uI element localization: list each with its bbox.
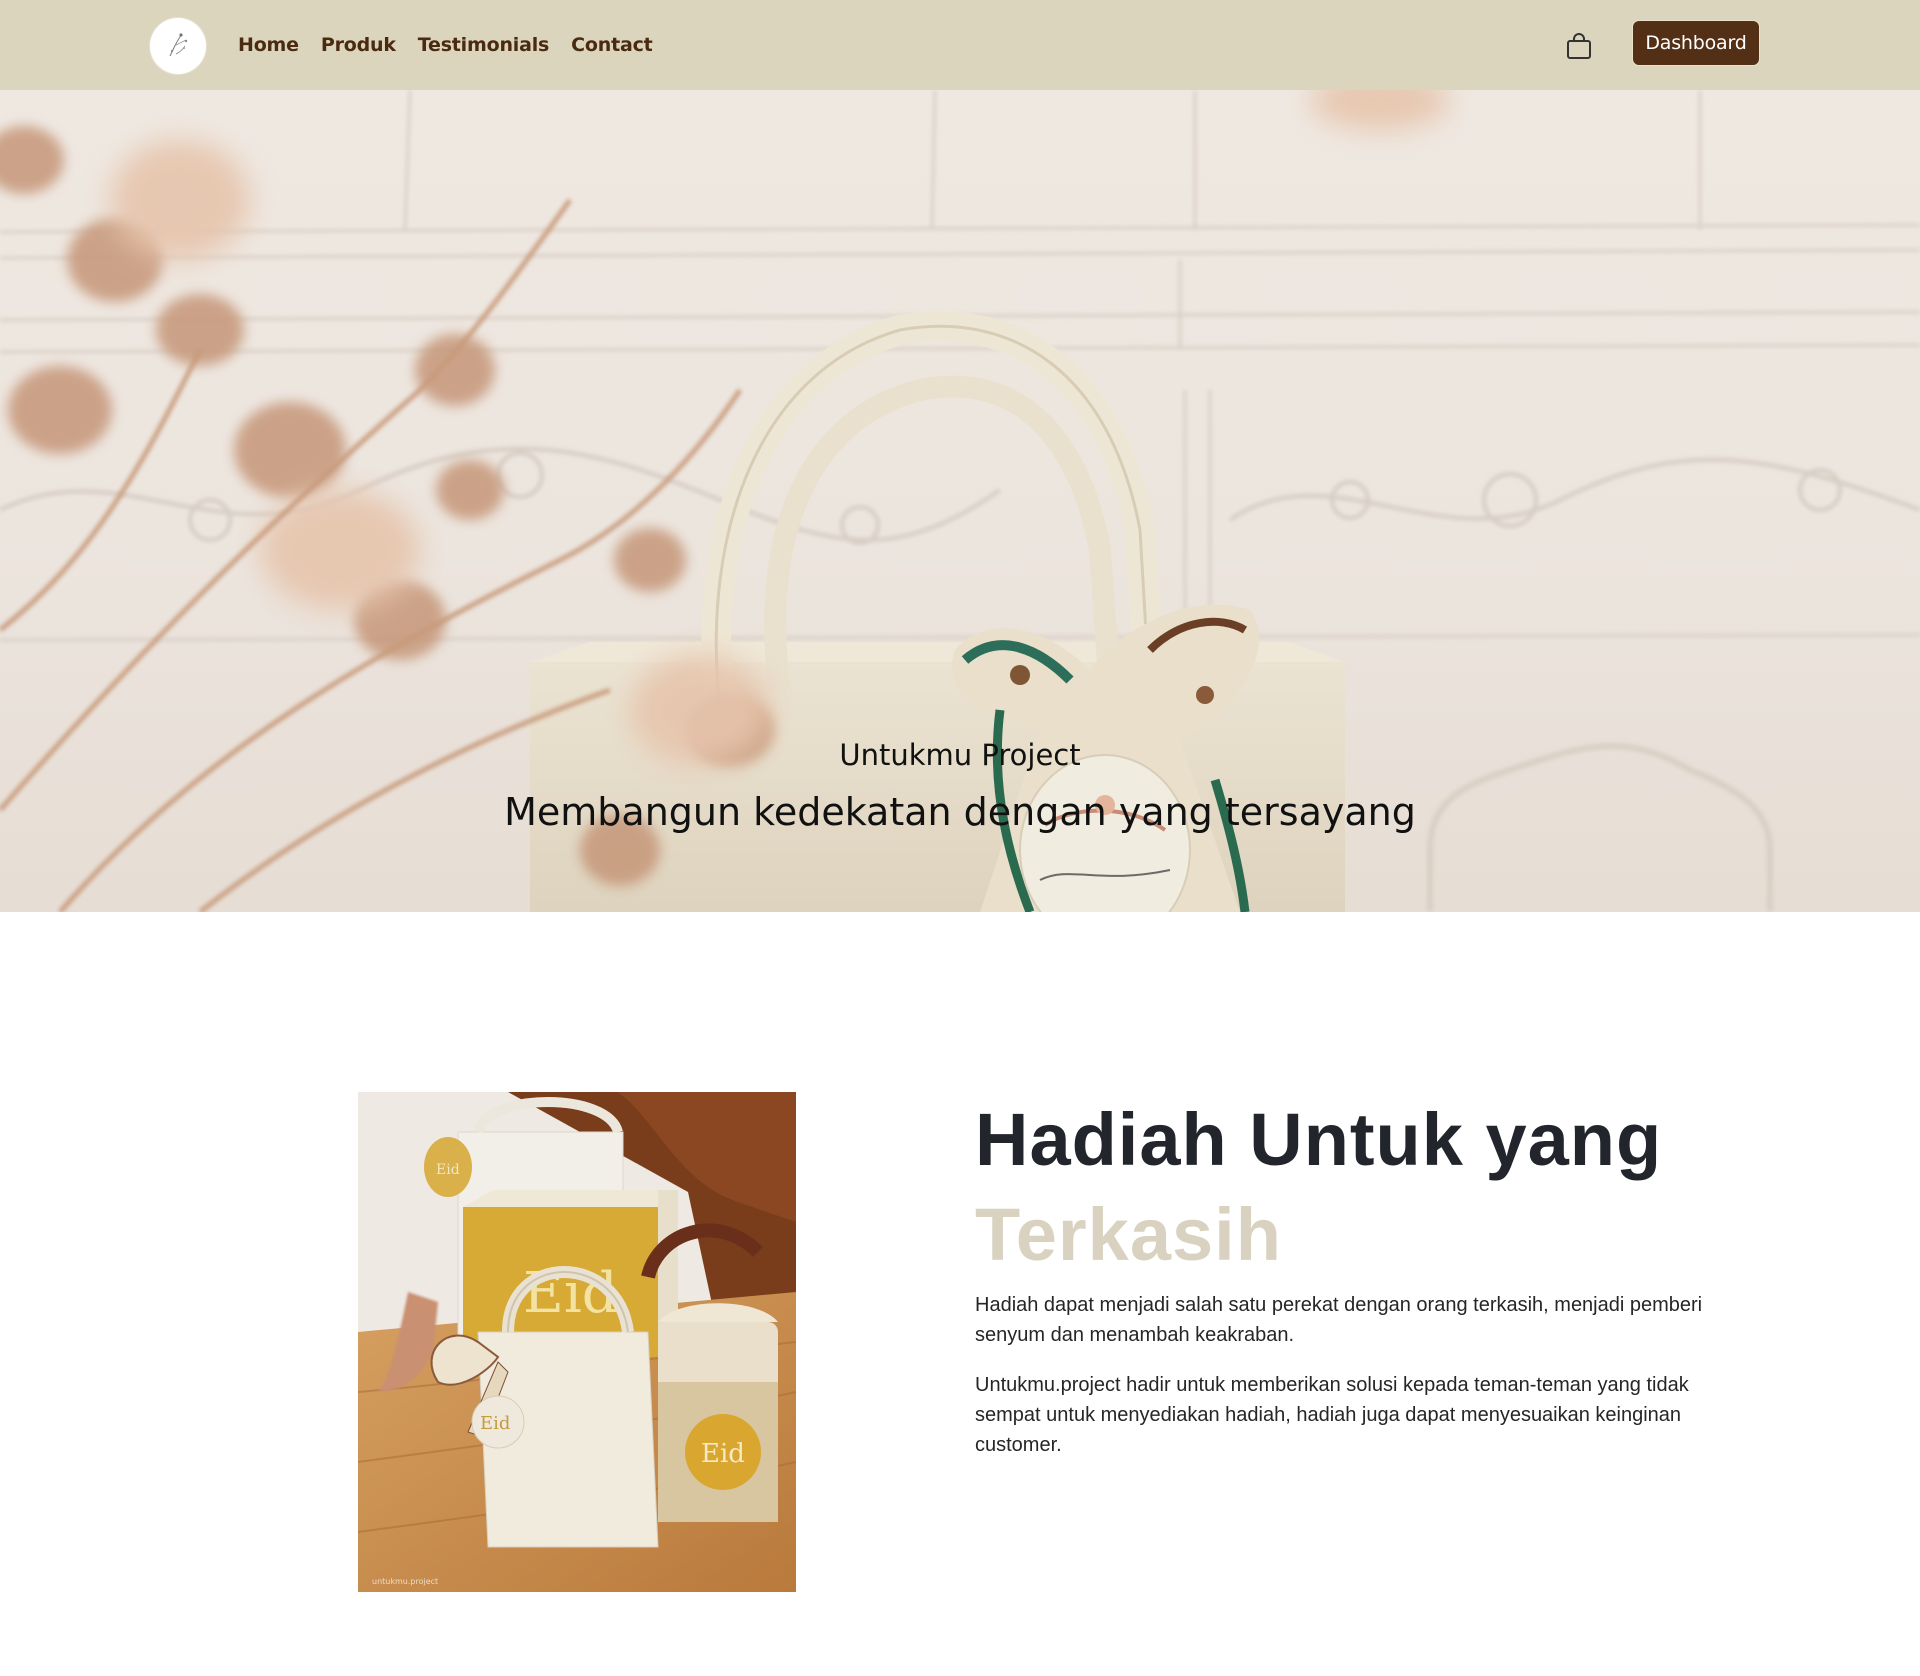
- nav-link-contact[interactable]: Contact: [571, 34, 653, 56]
- hero-subtitle: Untukmu Project: [839, 738, 1081, 772]
- svg-text:Eid: Eid: [480, 1413, 510, 1434]
- gift-bags-photo: Eid Eid Eid Eid untukmu.project: [358, 1092, 796, 1592]
- shopping-bag-icon[interactable]: [1566, 32, 1592, 60]
- nav-links: Home Produk Testimonials Contact: [238, 0, 653, 90]
- dashboard-button[interactable]: Dashboard: [1632, 20, 1760, 66]
- hero-title: Membangun kedekatan dengan yang tersayan…: [504, 790, 1416, 834]
- svg-text:untukmu.project: untukmu.project: [372, 1577, 438, 1586]
- hero-banner: Untukmu Project Membangun kedekatan deng…: [0, 90, 1920, 912]
- about-heading: Hadiah Untuk yang Terkasih: [975, 1092, 1735, 1282]
- about-heading-accent: Terkasih: [975, 1193, 1282, 1276]
- nav-link-produk[interactable]: Produk: [321, 34, 396, 56]
- about-heading-line1: Hadiah Untuk yang: [975, 1098, 1663, 1181]
- navbar: Home Produk Testimonials Contact Dashboa…: [0, 0, 1920, 90]
- svg-text:Eid: Eid: [436, 1162, 460, 1178]
- hero-background-image: [0, 90, 1920, 912]
- about-paragraph-1: Hadiah dapat menjadi salah satu perekat …: [975, 1294, 1703, 1346]
- svg-text:Eid: Eid: [701, 1439, 745, 1469]
- nav-link-testimonials[interactable]: Testimonials: [418, 34, 550, 56]
- logo-sketch-icon[interactable]: [150, 18, 206, 74]
- about-paragraph-2: Untukmu.project hadir untuk memberikan s…: [975, 1374, 1689, 1456]
- nav-link-home[interactable]: Home: [238, 34, 299, 56]
